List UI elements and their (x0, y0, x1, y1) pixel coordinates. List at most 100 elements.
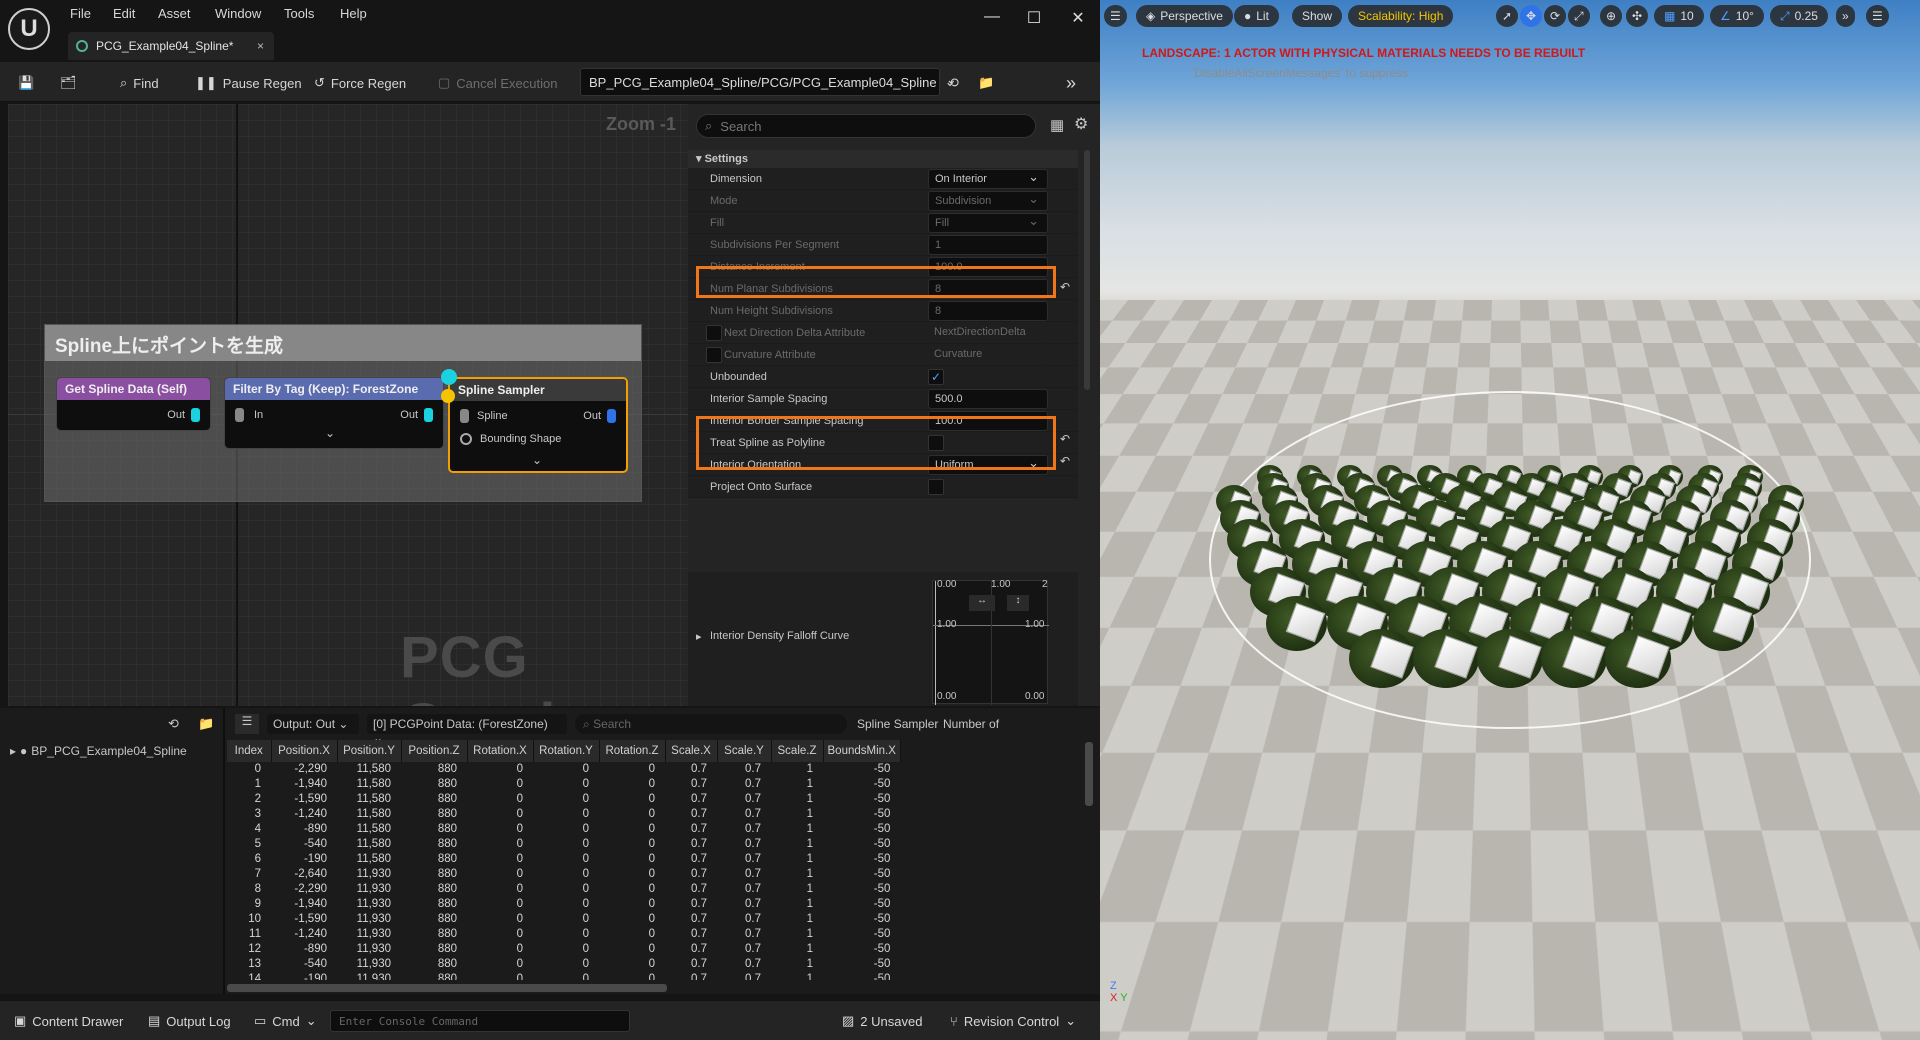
hamburger-icon[interactable]: ☰ (1104, 5, 1127, 27)
reset-spacing-icon[interactable]: ↶ (1060, 454, 1070, 468)
close-window-icon[interactable]: ✕ (1068, 8, 1088, 27)
menu-window[interactable]: Window (215, 6, 261, 21)
column-header[interactable]: Position.X (271, 740, 338, 762)
table-row[interactable]: 8 -2,290 11,930 880 0 0 0 0.7 0.7 1 -50 (227, 882, 900, 897)
details-scrollbar[interactable] (1084, 150, 1090, 390)
spline-sampler-node[interactable]: Spline Sampler Spline Out Bounding Shape… (441, 369, 628, 473)
table-row[interactable]: 2 -1,590 11,580 880 0 0 0 0.7 0.7 1 -50 (227, 792, 900, 807)
property-checkbox[interactable]: ✓ (928, 369, 944, 385)
scale-snap-button[interactable]: ⤢ 0.25 (1770, 5, 1828, 27)
folder-icon[interactable]: 📁 (978, 72, 994, 94)
graph-canvas[interactable]: Zoom -1 PCG Graph Spline上にポイントを生成 Get Sp… (8, 104, 688, 706)
graph-path-combo[interactable]: BP_PCG_Example04_Spline/PCG/PCG_Example0… (580, 68, 956, 96)
force-regen-button[interactable]: ↺ Force Regen (314, 72, 406, 94)
table-row[interactable]: 5 -540 11,580 880 0 0 0 0.7 0.7 1 -50 (227, 837, 900, 852)
console-input[interactable]: Enter Console Command (330, 1010, 630, 1032)
spline-pin[interactable] (460, 409, 469, 423)
scale-icon[interactable]: ⤢ (1568, 5, 1590, 27)
table-view-icon[interactable]: ▦ (1050, 116, 1064, 134)
menu-tools[interactable]: Tools (284, 6, 314, 21)
expand-chevron-icon[interactable]: ⌄ (325, 426, 335, 440)
content-drawer-button[interactable]: ▣ Content Drawer (14, 1013, 123, 1029)
viewport-options-icon[interactable]: ☰ (1866, 5, 1889, 27)
more-icon[interactable]: » (1066, 72, 1076, 94)
unsaved-button[interactable]: ▨ 2 Unsaved (842, 1013, 922, 1029)
property-checkbox[interactable] (706, 325, 722, 341)
column-header[interactable]: Scale.X (665, 740, 718, 762)
column-header[interactable]: Index (227, 740, 272, 762)
scalability-button[interactable]: Scalability: High (1348, 5, 1454, 27)
details-search-input[interactable]: ⌕ Search (696, 114, 1036, 138)
column-header[interactable]: BoundsMin.X (823, 740, 901, 762)
bounding-shape-pin[interactable] (460, 433, 472, 445)
back-icon[interactable]: ⟲ (948, 72, 959, 94)
table-row[interactable]: 12 -890 11,930 880 0 0 0 0.7 0.7 1 -50 (227, 942, 900, 957)
property-combo[interactable]: Fill (928, 213, 1048, 233)
table-row[interactable]: 11 -1,240 11,930 880 0 0 0 0.7 0.7 1 -50 (227, 927, 900, 942)
outline-item[interactable]: ▸ ● BP_PCG_Example04_Spline (10, 744, 187, 758)
cancel-execution-button[interactable]: ▢ Cancel Execution (438, 72, 557, 94)
property-value-input[interactable]: Curvature (928, 345, 1048, 365)
menu-asset[interactable]: Asset (158, 6, 191, 21)
table-row[interactable]: 1 -1,940 11,580 880 0 0 0 0.7 0.7 1 -50 (227, 777, 900, 792)
fit-horizontal-icon[interactable]: ↔ (969, 595, 995, 611)
document-tab[interactable]: PCG_Example04_Spline* × (68, 32, 274, 60)
table-row[interactable]: 3 -1,240 11,580 880 0 0 0 0.7 0.7 1 -50 (227, 807, 900, 822)
column-header[interactable]: Position.Y (337, 740, 402, 762)
fit-vertical-icon[interactable]: ↕ (1007, 595, 1029, 611)
folder-icon[interactable]: 📁 (198, 716, 214, 732)
gear-icon[interactable]: ⚙ (1074, 114, 1088, 134)
level-viewport[interactable]: ☰ ◈ Perspective ● Lit Show Scalability: Hi… (1100, 0, 1920, 1040)
property-value-input[interactable]: NextDirectionDelta (928, 323, 1048, 343)
get-spline-data-node[interactable]: Get Spline Data (Self) Out (56, 377, 211, 431)
maximize-icon[interactable]: ☐ (1024, 8, 1044, 27)
lit-button[interactable]: ● Lit (1234, 5, 1279, 27)
refresh-icon[interactable]: ⟲ (168, 716, 179, 732)
table-row[interactable]: 14 -190 11,930 880 0 0 0 0.7 0.7 1 -50 (227, 972, 900, 980)
reset-unbounded-icon[interactable]: ↶ (1060, 432, 1070, 446)
property-combo[interactable]: On Interior (928, 169, 1048, 189)
column-header[interactable]: Rotation.Z (599, 740, 666, 762)
angle-snap-button[interactable]: ∠ 10° (1710, 5, 1764, 27)
table-row[interactable]: 10 -1,590 11,930 880 0 0 0 0.7 0.7 1 -50 (227, 912, 900, 927)
reset-dimension-icon[interactable]: ↶ (1060, 280, 1070, 294)
expand-arrow-icon[interactable]: ▸ (10, 744, 16, 758)
property-value-input[interactable]: 500.0 (928, 389, 1048, 409)
save-icon[interactable]: 💾 (18, 72, 34, 94)
column-header[interactable]: Scale.Z (771, 740, 824, 762)
perspective-button[interactable]: ◈ Perspective (1136, 5, 1233, 27)
minimize-icon[interactable]: — (982, 8, 1002, 26)
data-search-input[interactable]: ⌕ Search (575, 714, 847, 734)
curve-editor[interactable]: 0.00 1.00 2 1.00 1.00 0.00 0.00 ↔ ↕ (932, 579, 1049, 705)
world-icon[interactable]: ⊕ (1600, 5, 1623, 27)
filter-by-tag-node[interactable]: Filter By Tag (Keep): ForestZone In Out … (224, 377, 444, 449)
grid-snap-button[interactable]: ▦ 10 (1654, 5, 1704, 27)
translate-icon[interactable]: ✥ (1520, 5, 1543, 27)
expand-arrow-icon[interactable]: ▸ (696, 630, 702, 643)
out-pin[interactable] (424, 408, 433, 422)
property-combo[interactable]: Subdivision (928, 191, 1048, 211)
surface-snap-icon[interactable]: ✣ (1626, 5, 1649, 27)
menu-file[interactable]: File (70, 6, 91, 21)
menu-edit[interactable]: Edit (113, 6, 135, 21)
property-checkbox[interactable] (706, 347, 722, 363)
table-vertical-scrollbar[interactable] (1085, 742, 1093, 806)
out-pin[interactable] (191, 408, 200, 422)
browse-icon[interactable]: 🗂 (60, 72, 77, 94)
out-pin[interactable] (607, 409, 616, 423)
revision-control-button[interactable]: ⑂ Revision Control ⌄ (950, 1013, 1076, 1029)
table-horizontal-scrollbar[interactable] (227, 984, 667, 992)
show-button[interactable]: Show (1292, 5, 1343, 27)
in-pin[interactable] (235, 408, 244, 422)
unreal-logo-icon[interactable]: U (8, 8, 50, 50)
rotate-icon[interactable]: ⟳ (1544, 5, 1567, 27)
output-pin-combo[interactable]: Output: Out ⌄ (267, 714, 359, 734)
column-header[interactable]: Position.Z (401, 740, 468, 762)
table-row[interactable]: 4 -890 11,580 880 0 0 0 0.7 0.7 1 -50 (227, 822, 900, 837)
expand-chevron-icon[interactable]: ⌄ (532, 453, 542, 467)
more-icon[interactable]: » (1836, 5, 1855, 27)
data-selector-combo[interactable]: [0] PCGPoint Data: (ForestZone) ⌄ (367, 714, 567, 745)
table-row[interactable]: 6 -190 11,580 880 0 0 0 0.7 0.7 1 -50 (227, 852, 900, 867)
find-button[interactable]: ⌕ Find (120, 72, 159, 94)
settings-section-header[interactable]: ▾ Settings (688, 150, 1078, 168)
